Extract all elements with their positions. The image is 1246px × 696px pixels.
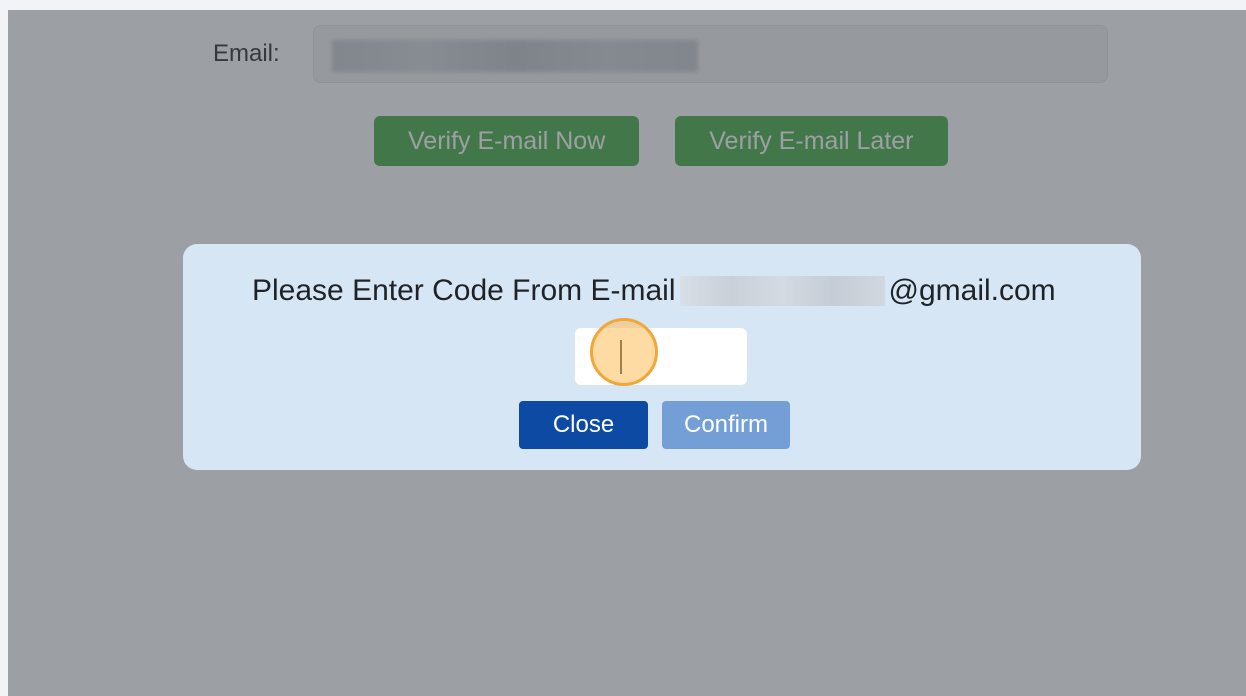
modal-prompt: Please Enter Code From E-mail @gmail.com (252, 274, 1056, 308)
click-indicator (590, 318, 658, 386)
prompt-prefix: Please Enter Code From E-mail (252, 274, 676, 307)
confirm-button[interactable]: Confirm (662, 401, 790, 449)
verification-code-modal: Please Enter Code From E-mail @gmail.com… (183, 244, 1141, 470)
close-button[interactable]: Close (519, 401, 648, 449)
page-viewport: Email: Verify E-mail Now Verify E-mail L… (8, 10, 1246, 696)
modal-actions: Close Confirm (519, 401, 790, 449)
prompt-suffix: @gmail.com (888, 274, 1056, 307)
redacted-email (679, 276, 885, 306)
